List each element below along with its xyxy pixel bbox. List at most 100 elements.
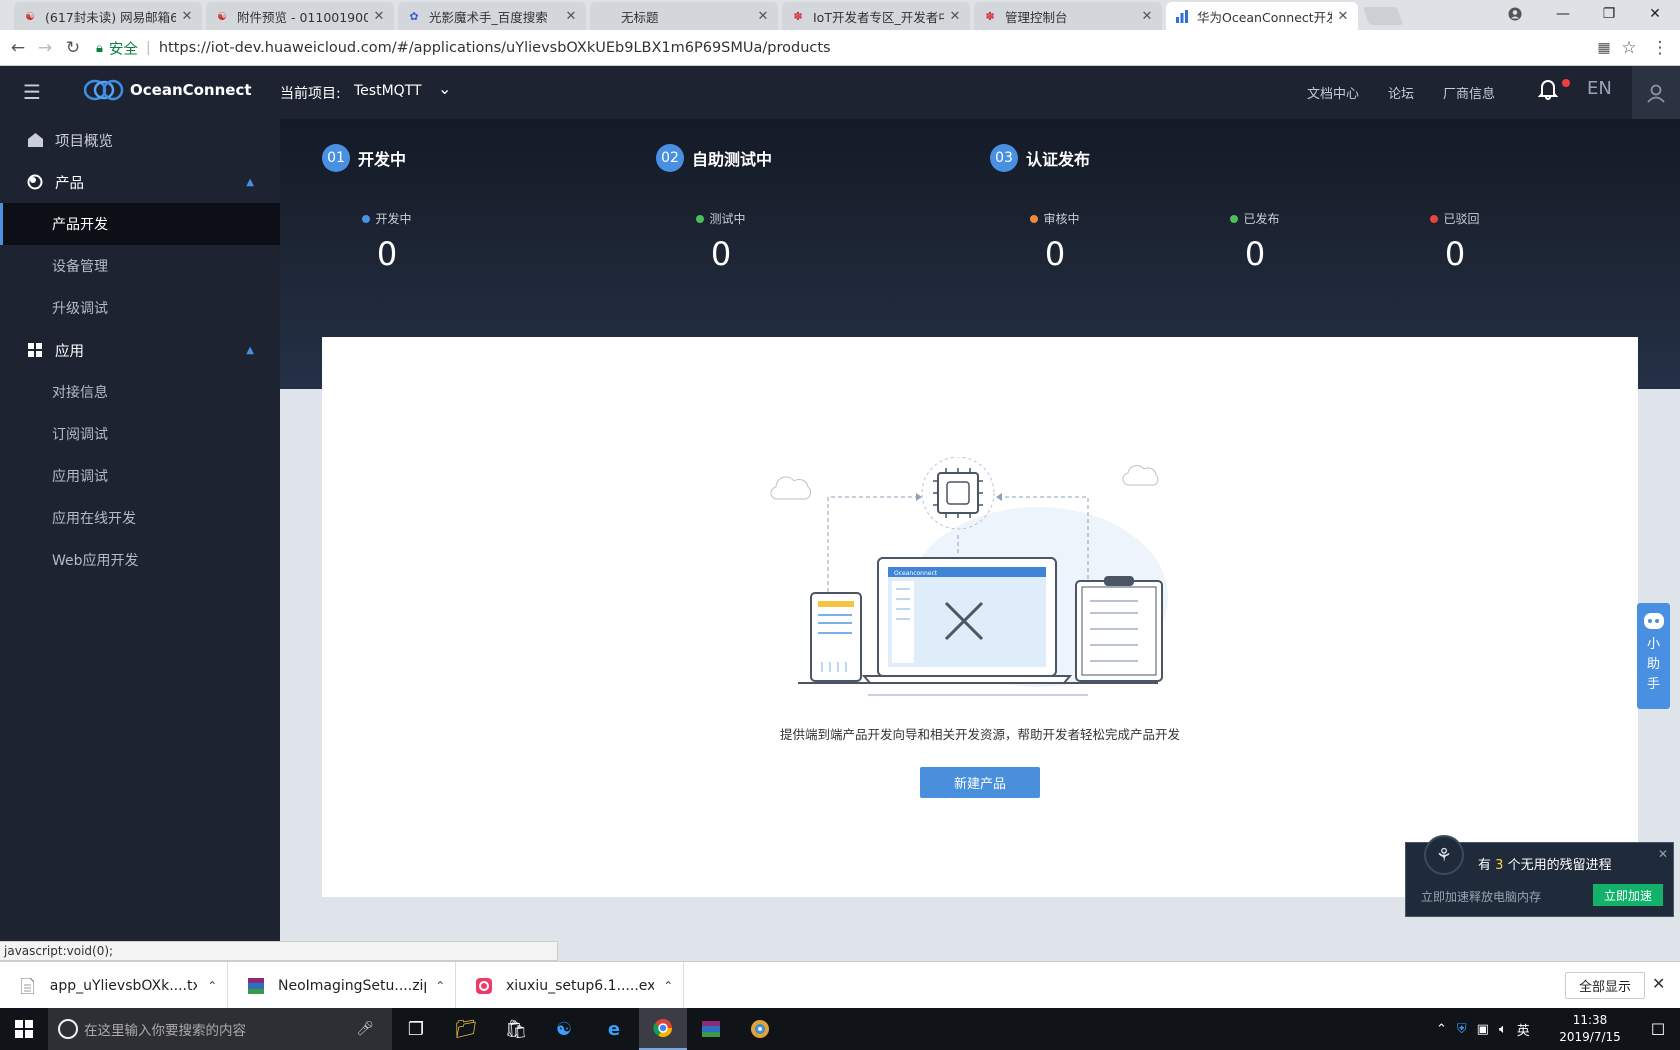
forward-arrow-icon[interactable]: →: [33, 36, 57, 60]
stat-reviewing[interactable]: 审核中 0: [1005, 210, 1105, 273]
close-tab-icon[interactable]: ✕: [1140, 9, 1154, 24]
close-window-icon[interactable]: ✕: [1632, 0, 1678, 28]
restore-icon[interactable]: ❐: [1586, 0, 1632, 28]
new-product-button[interactable]: 新建产品: [920, 767, 1040, 798]
profile-icon[interactable]: [1492, 0, 1538, 28]
browser-tab[interactable]: ☯ (617封未读) 网易邮箱6.0 ✕: [14, 2, 202, 30]
status-dot: [1430, 214, 1439, 223]
brand-logo[interactable]: OceanConnect: [84, 79, 252, 101]
back-arrow-icon[interactable]: ←: [6, 36, 30, 60]
download-item[interactable]: NeoImagingSetu....zip ⌃: [228, 962, 456, 1009]
browser-status-bar: javascript:void(0);: [0, 941, 558, 961]
download-item[interactable]: app_uYlievsbOXk....txt ⌃: [0, 962, 228, 1009]
volume-muted-icon[interactable]: 🔈︎: [1499, 1022, 1507, 1037]
sidebar-group-app[interactable]: 应用 ▲: [0, 329, 280, 371]
assistant-tab[interactable]: 小 助 手: [1637, 603, 1670, 709]
stat-published[interactable]: 已发布 0: [1205, 210, 1305, 273]
address-bar[interactable]: 🔒︎ 安全 | https://iot-dev.huaweicloud.com/…: [92, 34, 1562, 62]
photo-app-icon[interactable]: [736, 1008, 784, 1050]
browser-tab-active[interactable]: 华为OceanConnect开发 ✕: [1166, 2, 1358, 30]
task-view-icon[interactable]: ❐: [392, 1008, 440, 1050]
browser-tab[interactable]: ✽ 管理控制台 ✕: [974, 2, 1162, 30]
winrar-icon[interactable]: [687, 1008, 735, 1050]
new-tab-button[interactable]: [1362, 7, 1404, 25]
clock[interactable]: 11:38 2019/7/15: [1550, 1012, 1630, 1046]
url-text[interactable]: https://iot-dev.huaweicloud.com/#/applic…: [159, 40, 831, 56]
close-tab-icon[interactable]: ✕: [1336, 9, 1350, 24]
sidebar-item-online-dev[interactable]: 应用在线开发: [0, 497, 280, 539]
store-icon[interactable]: 🛍︎: [492, 1008, 540, 1050]
bookmark-star-icon[interactable]: ☆: [1617, 36, 1641, 60]
minimize-icon[interactable]: —: [1540, 0, 1586, 28]
docs-link[interactable]: 文档中心: [1307, 83, 1359, 102]
download-item[interactable]: xiuxiu_setup6.1.....exe ⌃: [456, 962, 684, 1009]
stage-certification: 03 认证发布: [990, 144, 1090, 172]
microphone-icon[interactable]: 🎤︎: [356, 1021, 374, 1037]
user-avatar-icon[interactable]: [1632, 66, 1680, 119]
project-label: 当前项目:: [280, 86, 341, 102]
sidebar-item-overview[interactable]: 项目概览: [0, 119, 280, 161]
sogou-icon[interactable]: ☯: [540, 1008, 588, 1050]
windows-taskbar: 在这里输入你要搜索的内容 🎤︎ ❐ 📁︎ 🛍︎ ☯ e ⌃ ⛨ ▣ 🔈︎ 英 1…: [0, 1008, 1680, 1050]
chevron-up-icon[interactable]: ⌃: [197, 979, 227, 993]
clock-time: 11:38: [1572, 1013, 1608, 1027]
bell-icon[interactable]: [1537, 78, 1559, 105]
chrome-menu-icon[interactable]: ⋮: [1648, 36, 1672, 60]
close-tab-icon[interactable]: ✕: [948, 9, 962, 24]
stat-label: 已驳回: [1443, 212, 1480, 226]
speed-up-button[interactable]: 立即加速: [1593, 884, 1663, 906]
sidebar-item-subscribe-debug[interactable]: 订阅调试: [0, 413, 280, 455]
ie-icon[interactable]: e: [590, 1008, 638, 1050]
browser-tab[interactable]: ☯ 附件预览 - 0110019003 ✕: [206, 2, 394, 30]
chevron-down-icon[interactable]: ⌄: [438, 79, 451, 98]
main-content: 01 开发中 02 自助测试中 03 认证发布 开发中 0 测试中 0 审核中 …: [280, 119, 1680, 941]
vendor-info-link[interactable]: 厂商信息: [1443, 83, 1495, 102]
status-dot: [696, 214, 705, 223]
chevron-up-icon[interactable]: ⌃: [654, 979, 684, 993]
file-explorer-icon[interactable]: 📁︎: [442, 1008, 490, 1050]
action-center-icon[interactable]: ☐: [1636, 1008, 1680, 1050]
browser-tab[interactable]: ✽ IoT开发者专区_开发者中 ✕: [782, 2, 970, 30]
sidebar-group-product[interactable]: 产品 ▲: [0, 161, 280, 203]
stage-title: 认证发布: [1026, 150, 1091, 169]
browser-tab[interactable]: 无标题 ✕: [590, 2, 778, 30]
chevron-up-icon[interactable]: ⌃: [1436, 1022, 1447, 1037]
close-tab-icon[interactable]: ✕: [180, 9, 194, 24]
sidebar-item-app-debug[interactable]: 应用调试: [0, 455, 280, 497]
sidebar-item-integration-info[interactable]: 对接信息: [0, 371, 280, 413]
ime-indicator[interactable]: 英: [1517, 1020, 1530, 1039]
network-icon[interactable]: ▣: [1477, 1022, 1489, 1037]
stat-rejected[interactable]: 已驳回 0: [1405, 210, 1505, 273]
chrome-icon[interactable]: [639, 1008, 687, 1050]
browser-tab-title: IoT开发者专区_开发者中: [813, 9, 944, 25]
translate-icon[interactable]: ▦: [1592, 36, 1616, 60]
chevron-up-icon[interactable]: ⌃: [426, 979, 456, 993]
close-icon[interactable]: ✕: [1652, 974, 1665, 993]
close-tab-icon[interactable]: ✕: [564, 9, 578, 24]
forum-link[interactable]: 论坛: [1388, 83, 1414, 102]
browser-tab[interactable]: ✿ 光影魔术手_百度搜索 ✕: [398, 2, 586, 30]
sidebar-item-device-mgmt[interactable]: 设备管理: [0, 245, 280, 287]
close-tab-icon[interactable]: ✕: [756, 9, 770, 24]
security-shield-icon[interactable]: ⛨: [1457, 1022, 1467, 1037]
project-selector[interactable]: TestMQTT: [354, 83, 422, 99]
close-tab-icon[interactable]: ✕: [372, 9, 386, 24]
close-icon[interactable]: ✕: [1658, 847, 1668, 861]
netease-mail-icon: ☯: [25, 9, 35, 23]
stat-developing[interactable]: 开发中 0: [337, 210, 437, 273]
laptop-screen-caption: Oceanconnect: [894, 570, 938, 577]
sidebar-item-upgrade-debug[interactable]: 升级调试: [0, 287, 280, 329]
windows-start-icon[interactable]: [0, 1008, 48, 1050]
reload-icon[interactable]: ↻: [61, 36, 85, 60]
hamburger-menu-icon[interactable]: ☰: [20, 80, 44, 104]
search-placeholder: 在这里输入你要搜索的内容: [84, 1023, 246, 1039]
sidebar-item-web-app-dev[interactable]: Web应用开发: [0, 539, 280, 581]
sidebar-group-label: 项目概览: [55, 133, 113, 150]
show-all-downloads-button[interactable]: 全部显示: [1565, 972, 1645, 999]
taskbar-search-box[interactable]: 在这里输入你要搜索的内容 🎤︎: [48, 1008, 392, 1050]
stage-number: 02: [656, 144, 684, 172]
sidebar-group-label: 应用: [55, 343, 84, 360]
language-toggle[interactable]: EN: [1587, 78, 1612, 99]
sidebar-item-product-dev[interactable]: 产品开发: [0, 203, 280, 245]
stat-testing[interactable]: 测试中 0: [671, 210, 771, 273]
